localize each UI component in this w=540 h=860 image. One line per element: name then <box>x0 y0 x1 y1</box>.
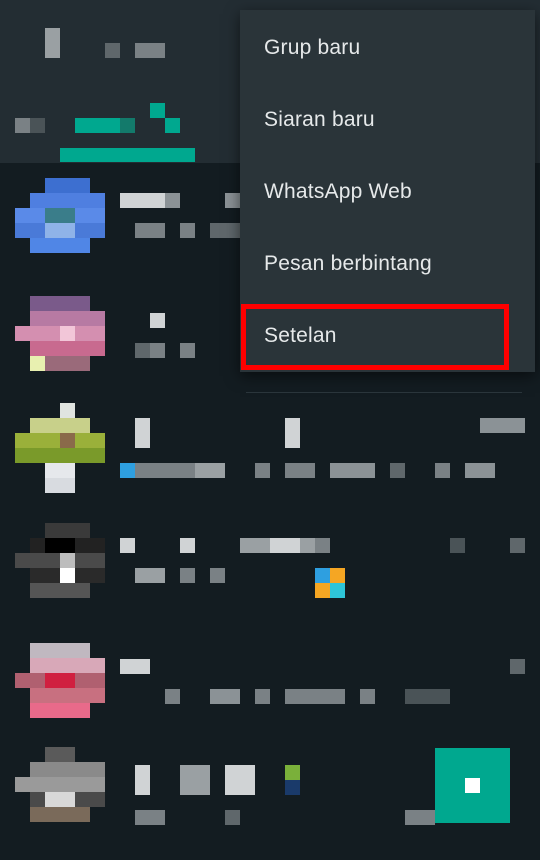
new-chat-icon <box>465 778 480 793</box>
settings-highlight <box>241 304 509 370</box>
emoji-icon <box>330 583 345 598</box>
emoji-icon <box>315 568 330 583</box>
chat-name-pixelated <box>285 418 300 448</box>
tab-camera-icon <box>30 118 45 133</box>
chat-preview-pixelated <box>165 689 180 704</box>
chat-preview-pixelated <box>180 343 195 358</box>
chat-name-pixelated <box>165 193 180 208</box>
tab-chats[interactable] <box>75 118 120 133</box>
app-title-pixelated <box>45 28 60 58</box>
avatar <box>15 178 105 268</box>
chat-name-pixelated <box>180 538 195 553</box>
chat-preview-pixelated <box>135 463 195 478</box>
app-title-pixelated <box>135 43 165 58</box>
chat-preview-pixelated <box>150 343 165 358</box>
chat-preview-pixelated <box>180 223 195 238</box>
avatar <box>15 523 105 613</box>
chat-preview-pixelated <box>255 689 270 704</box>
chat-preview-pixelated <box>255 463 270 478</box>
chat-preview-pixelated <box>210 689 240 704</box>
menu-item-whatsapp-web[interactable]: WhatsApp Web <box>240 156 535 228</box>
tab-chats-badge <box>150 103 165 118</box>
chat-name-pixelated <box>135 418 150 448</box>
chat-time-pixelated <box>510 659 525 674</box>
chat-name-pixelated <box>225 193 240 208</box>
chat-name-pixelated <box>315 538 330 553</box>
chat-preview-pixelated <box>135 568 165 583</box>
avatar <box>15 643 105 733</box>
chat-name-pixelated <box>120 659 150 674</box>
chat-name-pixelated <box>135 765 150 795</box>
chat-time-pixelated <box>510 538 525 553</box>
chat-name-pixelated <box>150 313 165 328</box>
tab-chats-badge <box>165 118 180 133</box>
menu-item-new-group[interactable]: Grup baru <box>240 12 535 84</box>
tab-camera-icon <box>15 118 30 133</box>
chat-preview-pixelated <box>465 463 495 478</box>
chat-time-pixelated <box>450 538 465 553</box>
chat-name-pixelated <box>120 538 135 553</box>
emoji-icon <box>330 568 345 583</box>
chat-preview-pixelated <box>120 463 135 478</box>
avatar <box>15 296 105 386</box>
chat-time-pixelated <box>480 418 525 433</box>
chat-preview-pixelated <box>180 568 195 583</box>
chat-name-pixelated <box>225 765 255 795</box>
chat-preview-pixelated <box>405 689 450 704</box>
divider <box>246 392 522 393</box>
chat-preview-pixelated <box>285 689 345 704</box>
avatar <box>15 747 105 837</box>
chat-preview-pixelated <box>435 463 450 478</box>
chat-preview-pixelated <box>330 463 375 478</box>
chat-preview-pixelated <box>135 343 150 358</box>
list-item[interactable] <box>0 518 540 636</box>
chat-name-pixelated <box>270 538 300 553</box>
chat-preview-pixelated <box>135 810 165 825</box>
chat-preview-pixelated <box>210 568 225 583</box>
menu-item-new-broadcast[interactable]: Siaran baru <box>240 84 535 156</box>
chat-preview-pixelated <box>135 223 165 238</box>
chat-preview-pixelated <box>285 463 315 478</box>
chat-preview-pixelated <box>195 463 225 478</box>
emoji-icon <box>315 583 330 598</box>
tab-chats-badge <box>120 118 135 133</box>
tab-indicator <box>60 148 195 162</box>
list-item[interactable] <box>0 636 540 754</box>
chat-preview-pixelated <box>360 689 375 704</box>
chat-preview-pixelated <box>210 223 240 238</box>
chat-name-pixelated <box>285 765 300 780</box>
chat-name-pixelated <box>180 765 210 795</box>
new-chat-button[interactable] <box>435 748 510 823</box>
menu-item-starred-messages[interactable]: Pesan berbintang <box>240 228 535 300</box>
app-title-pixelated <box>105 43 120 58</box>
chat-preview-pixelated <box>390 463 405 478</box>
avatar <box>15 403 105 493</box>
chat-name-pixelated <box>120 193 165 208</box>
chat-preview-pixelated <box>225 810 240 825</box>
chat-preview-pixelated <box>405 810 435 825</box>
chat-name-pixelated <box>285 780 300 795</box>
list-item[interactable] <box>0 400 540 518</box>
